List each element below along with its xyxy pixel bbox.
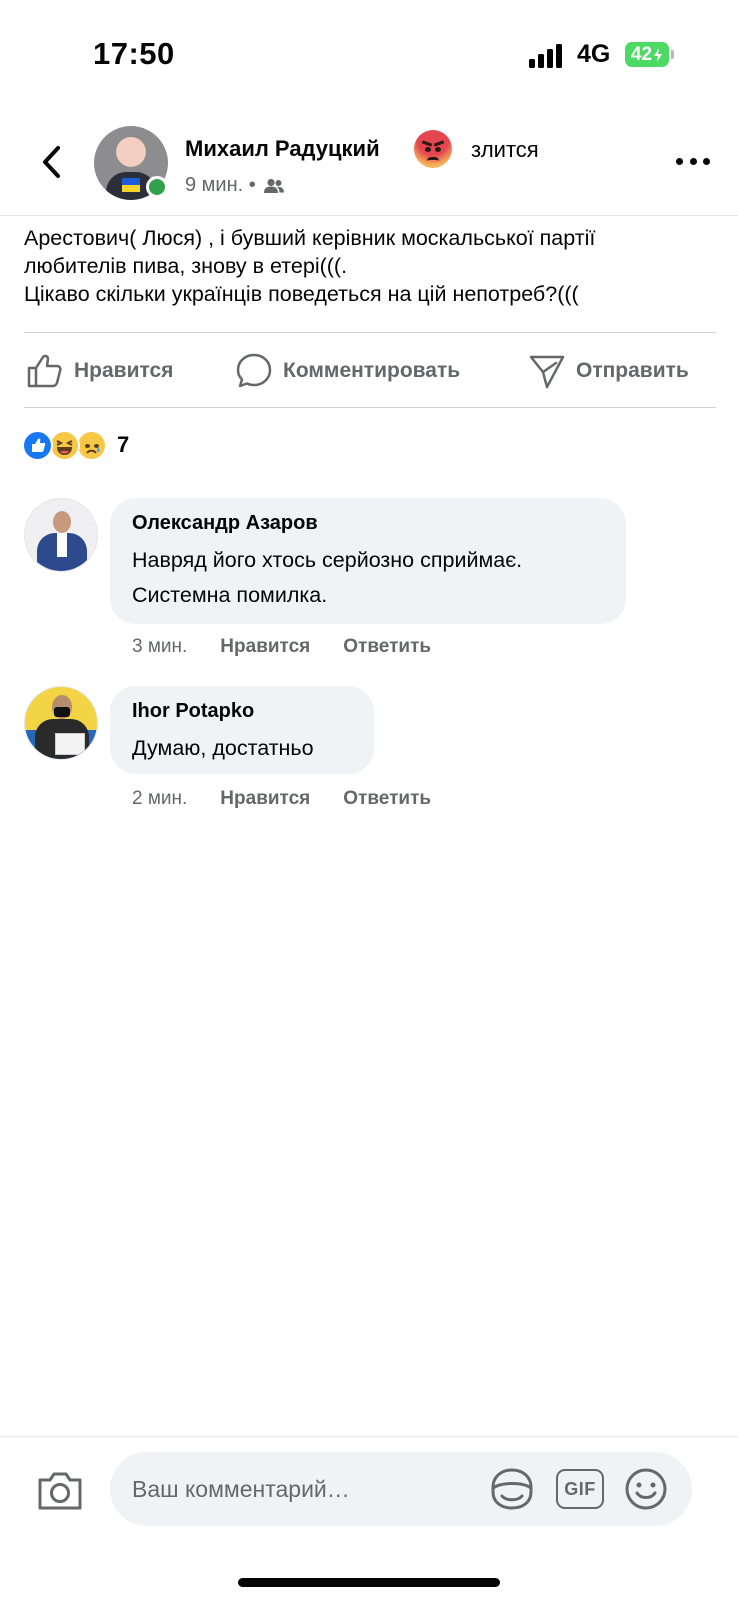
- battery-level: 42: [630, 43, 653, 65]
- comment-composer: GIF: [0, 1436, 738, 1600]
- post-timestamp[interactable]: 9 мин. •: [185, 174, 256, 197]
- commenter-name[interactable]: Олександр Азаров: [132, 512, 604, 535]
- comment-time: 2 мин.: [132, 788, 188, 809]
- cellular-signal-icon: [529, 42, 567, 68]
- emoji-button[interactable]: [622, 1465, 670, 1513]
- comment-icon: [236, 353, 272, 388]
- battery-tip: [671, 50, 674, 59]
- commenter-name[interactable]: Ihor Potapko: [132, 700, 352, 723]
- network-type: 4G: [577, 40, 611, 68]
- post-actions: Нравится Комментировать Отправить: [24, 340, 716, 402]
- comment-meta: 2 мин. Нравится Ответить: [132, 788, 431, 810]
- share-label: Отправить: [576, 359, 689, 382]
- comment-meta: 3 мин. Нравится Ответить: [132, 636, 431, 658]
- post-body-line: любителів пива, знову в етері(((.: [24, 254, 348, 278]
- post-meta: 9 мин. •: [185, 174, 285, 197]
- divider: [24, 332, 716, 333]
- share-button[interactable]: Отправить: [528, 340, 689, 402]
- comment-input-wrapper: GIF: [110, 1452, 692, 1526]
- smiley-icon: [625, 1468, 667, 1510]
- home-indicator: [238, 1578, 500, 1587]
- comment-text: Думаю, достатньо: [132, 736, 314, 760]
- back-button[interactable]: [36, 142, 66, 182]
- comment-text: Системна помилка.: [132, 583, 328, 607]
- comment-bubble: Олександр Азаров Навряд його хтось серйо…: [110, 498, 626, 624]
- comment-input[interactable]: [132, 1452, 462, 1526]
- camera-button[interactable]: [34, 1465, 86, 1517]
- sticker-icon: [491, 1468, 533, 1510]
- commenter-avatar[interactable]: [24, 498, 98, 572]
- battery-icon: 42: [625, 42, 669, 67]
- camera-icon: [38, 1472, 82, 1510]
- more-options-button[interactable]: [676, 154, 710, 168]
- post-body-line: Арестович( Люся) , і бувший керівник мос…: [24, 226, 596, 250]
- send-icon: [529, 355, 565, 389]
- reaction-count: 7: [117, 432, 130, 457]
- comment-label: Комментировать: [283, 359, 461, 382]
- comment-time: 3 мин.: [132, 636, 188, 657]
- comment-bubble: Ihor Potapko Думаю, достатньо: [110, 686, 374, 774]
- feeling-label: злится: [471, 137, 539, 162]
- gif-button[interactable]: GIF: [556, 1469, 604, 1509]
- divider: [24, 407, 716, 408]
- author-name[interactable]: Михаил Радуцкий: [185, 136, 380, 162]
- online-status-indicator: [146, 176, 168, 198]
- thumbs-up-icon: [27, 354, 62, 388]
- sticker-button[interactable]: [488, 1465, 536, 1513]
- comment-like-button[interactable]: Нравится: [220, 788, 310, 810]
- commenter-avatar[interactable]: [24, 686, 98, 760]
- angry-emoji-icon: [414, 130, 452, 168]
- reactions-summary[interactable]: 7: [22, 428, 129, 462]
- comment-reply-button[interactable]: Ответить: [343, 788, 431, 810]
- like-button[interactable]: Нравится: [26, 340, 173, 402]
- comment-like-button[interactable]: Нравится: [220, 636, 310, 658]
- comment-button[interactable]: Комментировать: [235, 340, 460, 402]
- comment-reply-button[interactable]: Ответить: [343, 636, 431, 658]
- clock: 17:50: [93, 36, 175, 71]
- status-bar: 17:50 4G 42: [0, 0, 738, 110]
- post-body: Арестович( Люся) , і бувший керівник мос…: [24, 224, 724, 308]
- sad-reaction-icon: [76, 429, 107, 461]
- like-label: Нравится: [74, 359, 174, 382]
- post-header: Михаил Радуцкий злится 9 мин. •: [0, 118, 738, 216]
- chevron-left-icon: [43, 146, 60, 178]
- comment-text: Навряд його хтось серйозно сприймає.: [132, 548, 523, 572]
- like-reaction-icon: [22, 429, 53, 461]
- post-body-line: Цікаво скільки українців поведеться на ц…: [24, 282, 579, 306]
- friends-icon: [263, 178, 284, 193]
- haha-reaction-icon: [49, 429, 80, 461]
